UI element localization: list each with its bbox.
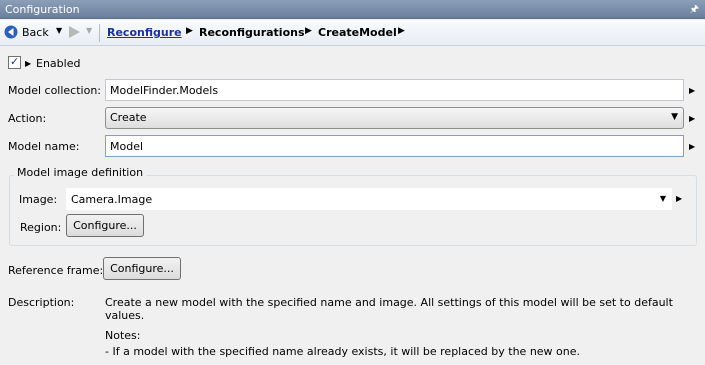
forward-arrow-icon[interactable] bbox=[67, 25, 81, 39]
breadcrumb-reconfigurations[interactable]: Reconfigurations bbox=[199, 26, 305, 39]
action-select[interactable]: Create ▼ bbox=[105, 107, 684, 129]
checkmark-icon: ✓ bbox=[10, 55, 20, 68]
chevron-down-icon: ▼ bbox=[671, 112, 678, 122]
panel-titlebar: Configuration 🖈︎ bbox=[0, 0, 705, 19]
chevron-down-icon: ▼ bbox=[659, 194, 666, 203]
action-label: Action: bbox=[8, 112, 47, 125]
note-item: - If a model with the specified name alr… bbox=[105, 345, 581, 358]
forward-history-dropdown-icon[interactable]: ▼ bbox=[86, 26, 92, 35]
back-history-dropdown-icon[interactable]: ▼ bbox=[56, 26, 62, 35]
nav-separator bbox=[99, 24, 100, 42]
breadcrumb-reconfigure[interactable]: Reconfigure bbox=[107, 26, 182, 39]
action-expand-icon[interactable]: ▶ bbox=[689, 114, 695, 123]
panel-title: Configuration bbox=[5, 3, 80, 16]
expand-arrow-icon[interactable]: ▶ bbox=[25, 59, 31, 68]
region-configure-button[interactable]: Configure... bbox=[66, 214, 144, 237]
notes-heading: Notes: bbox=[105, 329, 141, 342]
enabled-label: Enabled bbox=[36, 57, 81, 70]
breadcrumb-separator-icon: ▶ bbox=[305, 26, 312, 36]
model-name-label: Model name: bbox=[8, 140, 80, 153]
model-image-definition-title: Model image definition bbox=[14, 166, 147, 179]
breadcrumb-separator-icon[interactable]: ▶ bbox=[398, 26, 405, 36]
enabled-checkbox[interactable]: ✓ bbox=[8, 55, 21, 69]
breadcrumb-createmodel[interactable]: CreateModel bbox=[318, 26, 397, 39]
reference-frame-configure-button[interactable]: Configure... bbox=[103, 257, 181, 280]
image-selected-value: Camera.Image bbox=[71, 193, 153, 206]
image-expand-icon[interactable]: ▶ bbox=[676, 194, 682, 203]
description-text: Create a new model with the specified na… bbox=[105, 296, 673, 322]
model-name-expand-icon[interactable]: ▶ bbox=[689, 142, 695, 151]
model-collection-field[interactable]: ModelFinder.Models bbox=[105, 79, 684, 101]
image-select[interactable]: Camera.Image ▼ bbox=[66, 188, 672, 210]
reference-frame-label: Reference frame: bbox=[8, 264, 104, 277]
back-arrow-icon[interactable] bbox=[4, 25, 18, 39]
navigation-bar: Back ▼ ▼ Reconfigure ▶ Reconfigurations … bbox=[0, 20, 705, 46]
description-label: Description: bbox=[8, 296, 75, 309]
model-collection-label: Model collection: bbox=[8, 84, 102, 97]
back-button-label[interactable]: Back bbox=[22, 26, 49, 39]
model-collection-expand-icon[interactable]: ▶ bbox=[689, 86, 695, 95]
model-name-input[interactable]: Model bbox=[105, 135, 684, 157]
action-selected-value: Create bbox=[110, 111, 147, 124]
pin-icon[interactable]: 🖈︎ bbox=[690, 2, 699, 19]
breadcrumb-separator-icon: ▶ bbox=[186, 26, 193, 36]
region-label: Region: bbox=[20, 221, 62, 234]
image-label: Image: bbox=[19, 193, 58, 206]
